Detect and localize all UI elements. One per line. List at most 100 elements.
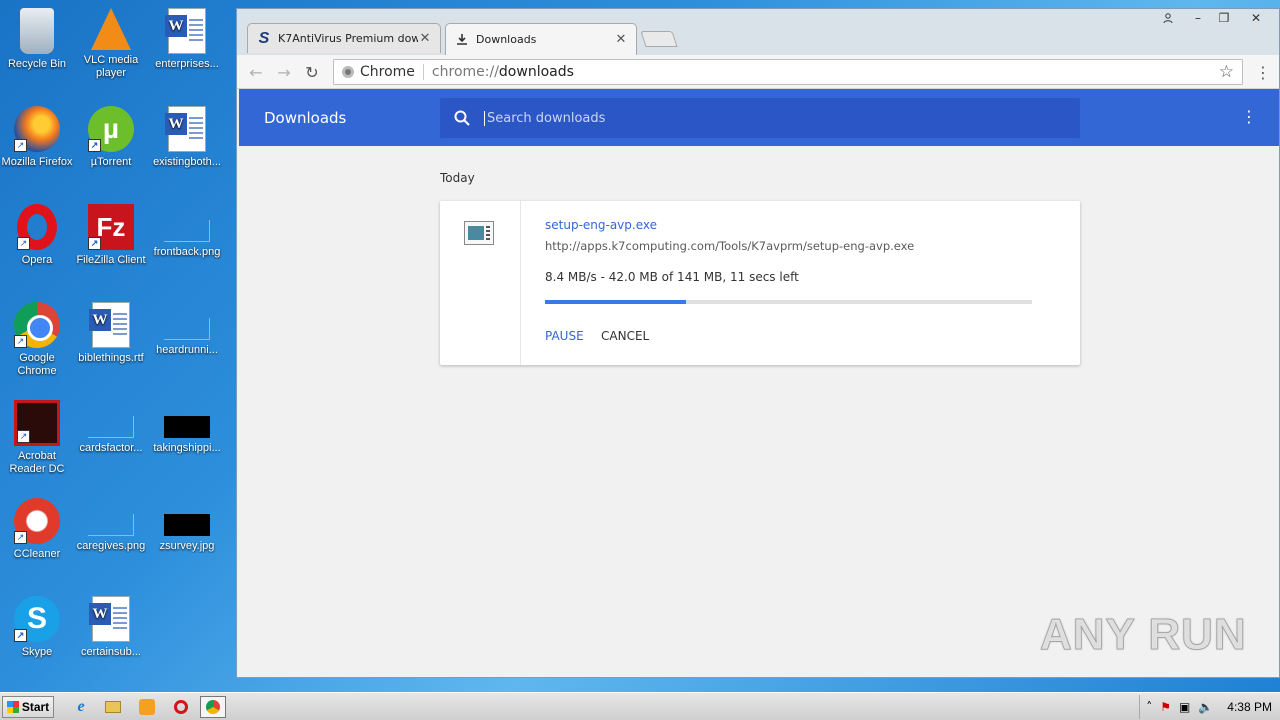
cancel-button[interactable]: CANCEL [601, 329, 649, 343]
desktop-icon-biblethings[interactable]: biblethings.rtf [74, 298, 148, 365]
desktop-icon-vlc[interactable]: VLC media player [74, 4, 148, 80]
media-player-icon[interactable] [134, 696, 160, 718]
search-box[interactable] [440, 98, 1080, 138]
file-name-link[interactable]: setup-eng-avp.exe [545, 218, 657, 232]
tab-downloads[interactable]: Downloads ✕ [445, 23, 637, 55]
desktop-icon-label: FileZilla Client [76, 254, 146, 266]
start-button[interactable]: Start [2, 696, 54, 718]
desktop-icon-acrobat[interactable]: ↗ Acrobat Reader DC [0, 396, 74, 476]
url-scheme: chrome:// [431, 64, 499, 80]
close-tab-icon[interactable]: ✕ [418, 31, 432, 46]
download-status: 8.4 MB/s - 42.0 MB of 141 MB, 11 secs le… [545, 270, 799, 284]
close-tab-icon[interactable]: ✕ [614, 32, 628, 47]
chrome-taskbar-icon[interactable] [200, 696, 226, 718]
desktop-icon-label: Opera [21, 254, 53, 266]
desktop: Recycle Bin VLC media player enterprises… [0, 0, 236, 692]
bookmark-star-icon[interactable]: ☆ [1219, 62, 1234, 82]
chip-label: Chrome [360, 64, 415, 80]
desktop-icon-recycle-bin[interactable]: Recycle Bin [0, 4, 74, 71]
desktop-icon-label: enterprises... [155, 58, 219, 70]
more-actions-icon[interactable]: ⋮ [1241, 107, 1257, 126]
desktop-icon-existingboth[interactable]: existingboth... [150, 102, 224, 169]
desktop-icon-label: VLC media player [83, 54, 139, 79]
restore-icon[interactable]: ❐ [1211, 9, 1237, 27]
forward-icon[interactable]: → [273, 61, 295, 83]
word-document-icon [89, 596, 130, 642]
desktop-icon-label: cardsfactor... [79, 442, 143, 454]
filezilla-icon: Fz ↗ [88, 204, 134, 250]
desktop-icon-takingshippi[interactable]: takingshippi... [150, 396, 224, 455]
page-title: Downloads [264, 109, 347, 127]
desktop-icon-enterprises[interactable]: enterprises... [150, 4, 224, 71]
file-explorer-icon[interactable] [100, 696, 126, 718]
download-icon [454, 32, 470, 48]
download-progress-bar [545, 300, 1032, 304]
download-item-card: setup-eng-avp.exe http://apps.k7computin… [440, 201, 1080, 365]
desktop-icon-label: biblethings.rtf [78, 352, 144, 364]
desktop-icon-skype[interactable]: S ↗ Skype [0, 592, 74, 659]
new-tab-button[interactable] [640, 31, 678, 47]
internet-explorer-icon[interactable]: e [68, 696, 94, 718]
browser-menu-icon[interactable]: ⋮ [1255, 63, 1271, 82]
volume-icon[interactable]: 🔈 [1198, 700, 1213, 714]
word-document-icon [89, 302, 130, 348]
desktop-icon-certainsub[interactable]: certainsub... [74, 592, 148, 659]
desktop-icon-filezilla[interactable]: Fz ↗ FileZilla Client [74, 200, 148, 267]
tab-title: Downloads [476, 33, 537, 46]
desktop-icon-label: CCleaner [13, 548, 61, 560]
minimize-icon[interactable]: – [1185, 9, 1211, 27]
desktop-icon-label: frontback.png [153, 246, 221, 258]
title-bar: S K7AntiVirus Premium downl ✕ Downloads … [237, 9, 1279, 55]
desktop-icon-cardsfactor[interactable]: cardsfactor... [74, 396, 148, 455]
desktop-icon-frontback[interactable]: frontback.png [150, 200, 224, 259]
search-input[interactable] [484, 110, 1044, 126]
reload-icon[interactable]: ↻ [301, 61, 323, 83]
opera-icon: ↗ [17, 204, 57, 250]
desktop-icon-heardrunni[interactable]: heardrunni... [150, 298, 224, 357]
back-icon[interactable]: ← [245, 61, 267, 83]
desktop-icon-ccleaner[interactable]: ↗ CCleaner [0, 494, 74, 561]
anyrun-watermark: ANY RUN [1040, 610, 1247, 660]
acrobat-icon: ↗ [14, 400, 60, 446]
profile-icon[interactable] [1155, 9, 1181, 27]
opera-taskbar-icon[interactable] [168, 696, 194, 718]
desktop-icon-label: caregives.png [76, 540, 146, 552]
file-icon-column [440, 201, 521, 365]
desktop-icon-firefox[interactable]: ↗ Mozilla Firefox [0, 102, 74, 169]
desktop-icon-chrome[interactable]: ↗ Google Chrome [0, 298, 74, 378]
desktop-icon-opera[interactable]: ↗ Opera [0, 200, 74, 267]
network-icon[interactable]: ▣ [1179, 700, 1190, 714]
desktop-icon-label: Recycle Bin [7, 58, 67, 70]
vlc-icon [91, 8, 131, 50]
image-thumbnail-icon [88, 514, 134, 536]
address-bar[interactable]: Chrome chrome://downloads ☆ [333, 59, 1243, 85]
progress-fill [545, 300, 687, 304]
recycle-bin-icon [20, 8, 54, 54]
tab-k7antivirus[interactable]: S K7AntiVirus Premium downl ✕ [247, 23, 441, 53]
section-date-label: Today [440, 171, 475, 185]
system-tray: ˄ ⚑ ▣ 🔈 4:38 PM [1139, 695, 1280, 719]
browser-window: S K7AntiVirus Premium downl ✕ Downloads … [236, 8, 1280, 678]
desktop-icon-label: Skype [21, 646, 53, 658]
close-window-icon[interactable]: ✕ [1243, 9, 1269, 27]
security-chip[interactable]: Chrome [342, 64, 424, 80]
url-text: chrome://downloads [432, 64, 574, 80]
desktop-icon-label: Acrobat Reader DC [9, 450, 65, 475]
image-thumbnail-icon [164, 514, 210, 536]
action-center-icon[interactable]: ⚑ [1160, 700, 1171, 714]
desktop-icon-utorrent[interactable]: µ ↗ µTorrent [74, 102, 148, 169]
image-thumbnail-icon [164, 220, 210, 242]
desktop-icon-label: takingshippi... [153, 442, 221, 454]
desktop-icon-caregives[interactable]: caregives.png [74, 494, 148, 553]
desktop-icon-label: Google Chrome [17, 352, 57, 377]
clock[interactable]: 4:38 PM [1227, 700, 1272, 714]
executable-file-icon [464, 221, 494, 245]
desktop-icon-label: certainsub... [81, 646, 141, 658]
show-hidden-icons-icon[interactable]: ˄ [1146, 700, 1152, 714]
pause-button[interactable]: PAUSE [545, 329, 584, 343]
desktop-icon-zsurvey[interactable]: zsurvey.jpg [150, 494, 224, 553]
image-thumbnail-icon [88, 416, 134, 438]
chrome-icon: ↗ [14, 302, 60, 348]
source-url[interactable]: http://apps.k7computing.com/Tools/K7avpr… [545, 239, 914, 253]
image-thumbnail-icon [164, 416, 210, 438]
